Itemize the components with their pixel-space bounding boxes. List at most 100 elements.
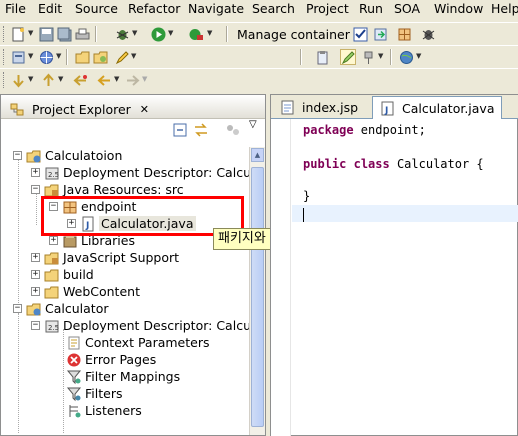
toolbar-separator xyxy=(95,26,97,42)
edit-pencil-icon[interactable] xyxy=(114,49,130,65)
collapse-toggle-icon[interactable]: − xyxy=(13,304,22,313)
scroll-thumb[interactable] xyxy=(251,167,264,427)
chevron-down-icon[interactable]: ▼ xyxy=(114,75,119,83)
collapse-toggle-icon[interactable]: − xyxy=(31,321,40,330)
expand-toggle-icon[interactable]: + xyxy=(31,168,40,177)
prev-annotation-icon[interactable] xyxy=(40,72,56,88)
run-icon[interactable] xyxy=(150,26,166,42)
menu-edit[interactable]: Edit xyxy=(38,1,62,16)
chevron-down-icon[interactable]: ▼ xyxy=(132,29,137,37)
link-with-editor-icon[interactable] xyxy=(193,123,209,141)
open-folder-icon[interactable] xyxy=(92,49,108,65)
tree-item-error-pages[interactable]: Error Pages xyxy=(66,351,156,368)
expand-toggle-icon[interactable]: + xyxy=(31,253,40,262)
tree-item-deployment-descriptor-2[interactable]: − 2.5 Deployment Descriptor: Calcula xyxy=(31,317,249,334)
tree-item-listeners[interactable]: Listeners xyxy=(66,402,142,419)
highlight-marker-icon[interactable] xyxy=(340,49,356,65)
save-icon[interactable] xyxy=(38,26,54,42)
java-file-icon: J xyxy=(379,100,395,116)
debug-icon[interactable] xyxy=(114,26,130,42)
menu-navigate[interactable]: Navigate xyxy=(188,1,244,16)
chevron-down-icon[interactable]: ▼ xyxy=(58,75,63,83)
text-caret xyxy=(303,208,304,222)
menu-help[interactable]: Help xyxy=(491,1,518,16)
open-type-icon[interactable] xyxy=(74,49,90,65)
collapse-all-icon[interactable] xyxy=(173,123,187,141)
tree-item-label: Context Parameters xyxy=(85,335,210,350)
export-icon[interactable] xyxy=(372,26,388,42)
menu-source[interactable]: Source xyxy=(75,1,118,16)
checkbox-icon[interactable] xyxy=(352,26,368,42)
javascript-support-icon xyxy=(44,250,60,266)
tree-item-filter-mappings[interactable]: Filter Mappings xyxy=(66,368,180,385)
code-text: Calculator { xyxy=(389,157,484,171)
tree-item-calculator[interactable]: − Calculator xyxy=(13,300,108,317)
external-tools-icon[interactable] xyxy=(188,26,204,42)
collapse-toggle-icon[interactable]: − xyxy=(31,185,40,194)
chevron-down-icon[interactable]: ▼ xyxy=(131,52,136,60)
tree-guide xyxy=(63,329,64,433)
menu-search[interactable]: Search xyxy=(252,1,295,16)
tab-project-explorer[interactable]: Project Explorer ✕ xyxy=(3,96,155,118)
menu-soa[interactable]: SOA xyxy=(394,1,420,16)
chevron-down-icon[interactable]: ▼ xyxy=(142,75,147,83)
menu-refactor[interactable]: Refactor xyxy=(128,1,180,16)
tree-item-build[interactable]: + build xyxy=(31,266,94,283)
expand-toggle-icon[interactable]: + xyxy=(31,287,40,296)
menu-run[interactable]: Run xyxy=(359,1,383,16)
chevron-down-icon[interactable]: ▼ xyxy=(28,75,33,83)
manage-container-label[interactable]: Manage container xyxy=(237,27,350,42)
bug-icon[interactable] xyxy=(420,26,436,42)
chevron-down-icon[interactable]: ▼ xyxy=(56,52,61,60)
toolbar-grip xyxy=(3,72,6,88)
listener-icon xyxy=(66,403,82,419)
back-arrow-icon[interactable] xyxy=(96,72,112,88)
current-line-highlight xyxy=(292,205,518,222)
tab-label: Calculator.java xyxy=(402,100,495,116)
chevron-down-icon[interactable]: ▼ xyxy=(28,52,33,60)
menu-bar: File Edit Source Refactor Navigate Searc… xyxy=(0,0,518,18)
globe-icon[interactable] xyxy=(398,49,414,65)
menu-file[interactable]: File xyxy=(5,1,26,16)
forward-arrow-icon[interactable] xyxy=(124,72,140,88)
last-edit-icon[interactable] xyxy=(72,72,88,88)
tab-index-jsp[interactable]: index.jsp xyxy=(273,96,364,119)
explorer-scrollbar[interactable]: ▲ xyxy=(249,147,265,435)
new-server-icon[interactable] xyxy=(10,49,26,65)
package-icon[interactable] xyxy=(396,26,412,42)
clipboard-icon[interactable] xyxy=(314,49,330,65)
tree-item-context-parameters[interactable]: Context Parameters xyxy=(66,334,210,351)
tree-item-label: Filters xyxy=(85,386,123,401)
pin-icon[interactable] xyxy=(360,49,376,65)
next-annotation-icon[interactable] xyxy=(10,72,26,88)
tree-item-filters[interactable]: Filters xyxy=(66,385,122,402)
scroll-up-icon[interactable]: ▲ xyxy=(251,148,264,162)
menu-window[interactable]: Window xyxy=(434,1,483,16)
tree-item-calculatoion[interactable]: − Calculatoion xyxy=(13,147,122,164)
chevron-down-icon[interactable]: ▼ xyxy=(28,29,33,37)
tree-item-label: Deployment Descriptor: Calcula xyxy=(63,165,249,180)
new-icon[interactable] xyxy=(10,26,26,42)
web-service-icon[interactable] xyxy=(38,49,54,65)
chevron-down-icon[interactable]: ▼ xyxy=(168,29,173,37)
expand-toggle-icon[interactable]: + xyxy=(31,270,40,279)
tree-item-webcontent[interactable]: + WebContent xyxy=(31,283,140,300)
close-icon[interactable]: ✕ xyxy=(140,103,149,116)
collapse-toggle-icon[interactable]: − xyxy=(13,151,22,160)
print-icon[interactable] xyxy=(74,26,90,42)
tree-item-deployment-descriptor[interactable]: + 2.5 Deployment Descriptor: Calcula xyxy=(31,164,249,181)
toolbar-row-1: ▼ ▼ ▼ ▼ Manage container xyxy=(0,22,518,44)
toolbar-separator xyxy=(300,49,302,65)
view-options-icon[interactable] xyxy=(225,123,241,141)
chevron-down-icon[interactable]: ▼ xyxy=(416,52,421,60)
chevron-down-icon[interactable]: ▼ xyxy=(378,52,383,60)
expand-toggle-icon[interactable]: + xyxy=(49,236,58,245)
menu-project[interactable]: Project xyxy=(306,1,349,16)
view-menu-chevron-down-icon[interactable]: ▽ xyxy=(249,119,257,137)
save-all-icon[interactable] xyxy=(56,26,72,42)
tree-item-javascript-support[interactable]: + JavaScript Support xyxy=(31,249,179,266)
keyword: public xyxy=(303,157,347,171)
chevron-down-icon[interactable]: ▼ xyxy=(207,29,212,37)
tree-item-label: Calculator xyxy=(45,301,109,316)
tab-calculator-java[interactable]: J Calculator.java xyxy=(372,96,502,119)
